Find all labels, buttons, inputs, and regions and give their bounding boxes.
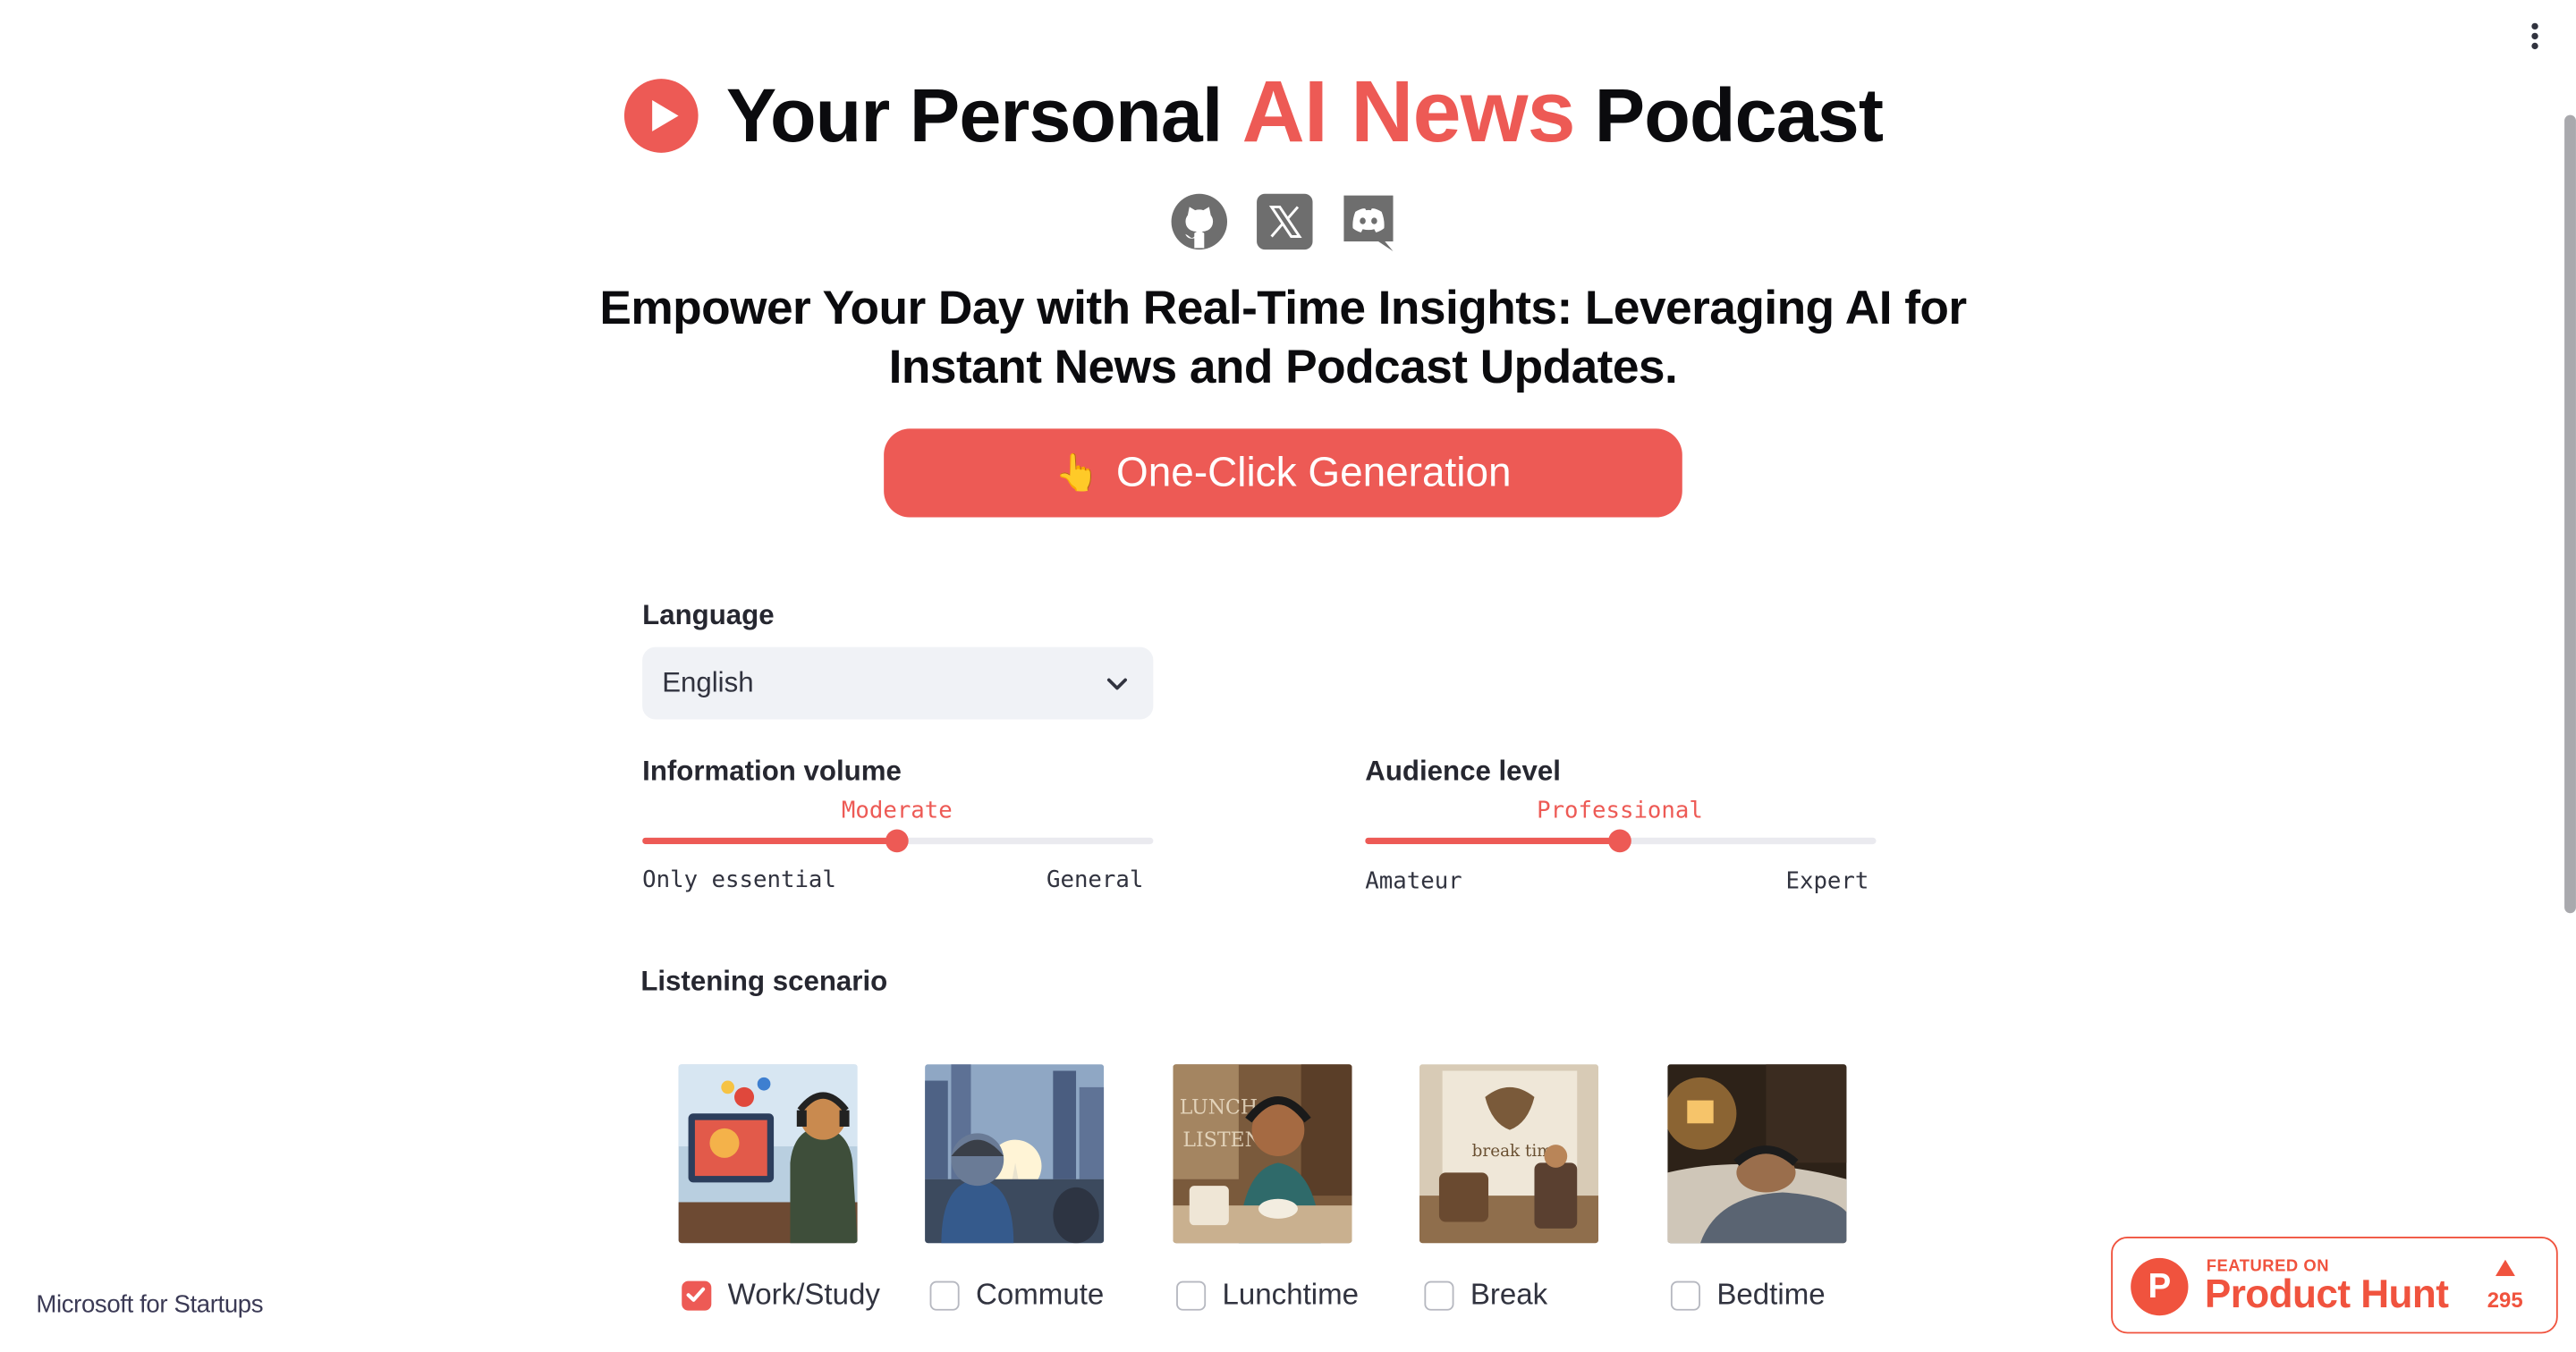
x-twitter-icon[interactable] xyxy=(1255,192,1314,251)
information-volume-label: Information volume xyxy=(642,755,902,787)
commute-label[interactable]: Commute xyxy=(976,1278,1104,1313)
generate-button-label: One-Click Generation xyxy=(1116,449,1512,495)
title-text-accent: AI News xyxy=(1241,63,1575,161)
audience-level-min: Amateur xyxy=(1365,868,1462,896)
page-subtitle: Empower Your Day with Real-Time Insights… xyxy=(599,282,1967,394)
language-select[interactable]: English xyxy=(642,646,1154,720)
commute-checkbox[interactable] xyxy=(929,1280,960,1311)
language-selected-value: English xyxy=(662,666,754,698)
audience-level-thumb[interactable] xyxy=(1608,829,1631,853)
break-checkbox[interactable] xyxy=(1424,1280,1454,1311)
scrollbar-thumb[interactable] xyxy=(2564,114,2576,914)
language-label: Language xyxy=(642,599,775,631)
title-text-post: Podcast xyxy=(1594,72,1884,158)
main-menu-button[interactable] xyxy=(2517,20,2553,55)
checkmark-icon xyxy=(686,1287,706,1302)
work-study-image xyxy=(678,1064,858,1244)
product-hunt-logo-icon: P xyxy=(2131,1257,2189,1316)
title-text-pre: Your Personal xyxy=(725,72,1224,158)
work-study-checkbox[interactable] xyxy=(682,1280,712,1311)
page-title: Your Personal AI News Podcast xyxy=(725,63,1884,168)
lunchtime-label[interactable]: Lunchtime xyxy=(1223,1278,1360,1313)
commute-image xyxy=(925,1064,1105,1244)
lunchtime-checkbox[interactable] xyxy=(1176,1280,1207,1311)
chevron-down-icon xyxy=(1106,678,1127,690)
break-label[interactable]: Break xyxy=(1470,1278,1547,1313)
information-volume-max: General xyxy=(1046,866,1144,894)
information-volume-fill xyxy=(642,837,898,845)
bedtime-image xyxy=(1667,1064,1847,1244)
discord-icon[interactable] xyxy=(1339,192,1398,252)
information-volume-min: Only essential xyxy=(642,866,836,894)
audience-level-fill xyxy=(1365,837,1621,845)
pointing-up-icon: 👆 xyxy=(1055,452,1100,494)
lunchtime-image: LUNCH LISTEN xyxy=(1173,1064,1352,1244)
microsoft-for-startups-logo[interactable]: Microsoft for Startups xyxy=(36,1291,263,1319)
bedtime-label[interactable]: Bedtime xyxy=(1716,1278,1825,1313)
break-image: break time xyxy=(1419,1064,1599,1244)
github-icon[interactable] xyxy=(1170,192,1229,251)
svg-text:LUNCH: LUNCH xyxy=(1180,1096,1258,1119)
audience-level-value: Professional xyxy=(1537,798,1703,825)
product-hunt-name: Product Hunt xyxy=(2204,1272,2449,1318)
work-study-label[interactable]: Work/Study xyxy=(728,1278,880,1313)
play-icon xyxy=(623,79,699,153)
upvote-triangle-icon xyxy=(2495,1259,2515,1277)
audience-level-label: Audience level xyxy=(1365,755,1561,787)
listening-scenario-label: Listening scenario xyxy=(640,965,888,997)
information-volume-value: Moderate xyxy=(841,798,953,825)
audience-level-max: Expert xyxy=(1785,868,1869,896)
product-hunt-upvote-count: 295 xyxy=(2487,1287,2523,1313)
bedtime-checkbox[interactable] xyxy=(1670,1280,1700,1311)
product-hunt-badge[interactable]: P FEATURED ON Product Hunt 295 xyxy=(2111,1237,2558,1334)
one-click-generation-button[interactable]: 👆 One-Click Generation xyxy=(884,428,1682,518)
information-volume-thumb[interactable] xyxy=(885,829,909,853)
svg-text:LISTEN: LISTEN xyxy=(1182,1129,1261,1152)
